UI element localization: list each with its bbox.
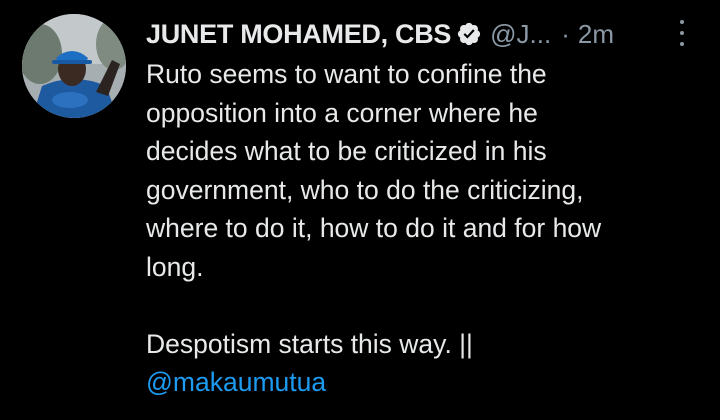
tweet-text-line: Despotism starts this way. ||: [146, 328, 473, 359]
tweet-text-line: government, who to do the criticizing,: [146, 174, 584, 205]
author-display-name[interactable]: JUNET MOHAMED, CBS: [146, 19, 451, 50]
tweet-text-line: long.: [146, 251, 204, 282]
more-dot: [680, 20, 684, 24]
tweet-timestamp[interactable]: 2m: [578, 19, 614, 50]
header-separator: ·: [561, 18, 570, 49]
avatar-photo: [22, 14, 126, 118]
tweet-text-line: Ruto seems to want to confine the: [146, 59, 547, 89]
tweet-body: Ruto seems to want to confine the opposi…: [146, 55, 706, 402]
tweet[interactable]: JUNET MOHAMED, CBS @J... · 2m Ruto seems…: [0, 0, 720, 420]
mention-link[interactable]: @makaumutua: [146, 367, 326, 397]
tweet-text-line: opposition into a corner where he: [146, 97, 538, 128]
verified-badge-icon: [456, 21, 482, 47]
more-dot: [680, 42, 684, 46]
tweet-text-line: decides what to be criticized in his: [146, 136, 547, 166]
avatar[interactable]: [22, 14, 126, 118]
tweet-header: JUNET MOHAMED, CBS @J... · 2m: [146, 12, 706, 56]
tweet-text-line: where to do it, how to do it and for how: [146, 213, 602, 243]
more-dot: [680, 31, 684, 35]
more-options-icon[interactable]: [675, 20, 689, 46]
author-handle[interactable]: @J...: [490, 19, 551, 50]
